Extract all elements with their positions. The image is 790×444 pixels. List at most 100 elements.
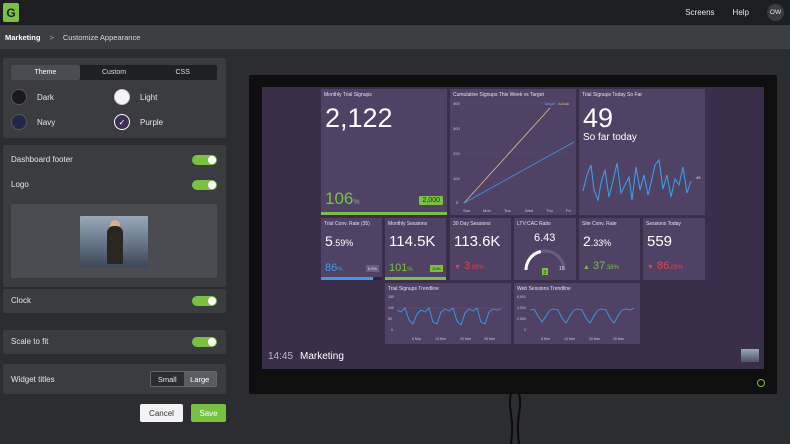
x-tick-mon: Mon [483,208,491,213]
y-tick-300: 300 [453,126,460,131]
widget-sessions-today: Sessions Today 559 ▼ 86.08% [643,218,705,280]
value-decimal: .59% [332,238,354,248]
target-series-line [463,141,575,204]
tab-css[interactable]: CSS [148,65,217,80]
legend-target: Target [544,101,556,106]
widget-title: Trial Conv. Rate (35) [324,221,370,227]
x-tick: 13 Mar [564,337,576,341]
widget-ltv-cac-ratio: LTV:CAC Ratio 6.43 0 15 3 [514,218,576,280]
breadcrumb-parent[interactable]: Marketing [5,33,40,42]
y-tick: 6,000 [517,295,526,299]
percentage-unit: % [337,267,343,273]
widget-title: Monthly Trial Signups [324,92,372,98]
dashboard-clock: 14:45 [268,351,294,362]
app-logo[interactable]: G [3,3,19,22]
x-tick-sun: Sun [463,208,470,213]
widget-title: Cumulative Signups This Week vs Target [453,92,544,98]
up-arrow-icon: ▲ [583,264,590,271]
gauge-target: 3 [544,270,547,276]
widget-trial-conv-rate: Trial Conv. Rate (35) 5.59% 86% 6.5% [321,218,382,280]
widget-title: LTV:CAC Ratio [517,221,551,227]
x-tick: 20 Mar [589,337,601,341]
widget-value: 113.6K [454,233,501,250]
value-main: 5 [325,233,333,249]
size-large-option[interactable]: Large [183,372,216,386]
widget-value: 2,122 [325,103,393,133]
cancel-button[interactable]: Cancel [140,404,183,422]
gauge-min: 0 [525,266,528,272]
screens-link[interactable]: Screens [685,8,714,17]
help-link[interactable]: Help [733,8,749,17]
change-decimal: .38% [605,265,619,271]
widget-titles-size-selector: Small Large [150,371,217,387]
y-tick-400: 400 [453,101,460,106]
target-badge: 113K [429,265,443,272]
x-tick: 6 Mar [412,337,422,341]
trendline-chart: 6,000 4,000 2,000 0 6 Mar 13 Mar 20 Mar … [517,295,635,341]
target-badge: 2,000 [419,196,443,205]
dashboard-logo-thumbnail [741,349,759,362]
gauge: 0 15 3 [524,249,566,276]
widget-monthly-trial-signups: Monthly Trial Signups 2,122 106% 2,000 [321,89,447,215]
logo-toggle[interactable] [192,180,217,190]
theme-option-light[interactable]: Light [114,89,157,105]
theme-option-dark[interactable]: Dark [11,89,54,105]
progress-bar [321,212,447,215]
theme-navy-label: Navy [37,117,56,127]
today-sparkline: 49 [582,158,701,202]
tv-power-led [757,379,765,387]
size-small-option[interactable]: Small [151,372,184,386]
widget-web-sessions-trendline: Web Sessions Trendline 6,000 4,000 2,000… [514,283,640,344]
top-bar: G Screens Help OW [0,0,790,25]
save-button[interactable]: Save [191,404,226,422]
navy-swatch [11,114,27,130]
light-swatch [114,89,130,105]
progress-bar-fill [385,277,446,280]
target-badge: 6.5% [365,265,379,272]
clock-label: Clock [11,296,32,305]
theme-option-purple[interactable]: ✓ Purple [114,114,163,130]
theme-tabs: Theme Custom CSS [11,65,217,80]
widget-title: Site Conv. Rate [582,221,617,227]
actual-series-line [463,107,551,204]
percentage-value: 101 [389,262,408,274]
x-tick: 26 Mar [484,337,496,341]
tv-stand [508,394,522,444]
dashboard-footer-toggle[interactable] [192,155,217,165]
x-tick-wed: Wed [525,208,533,213]
scale-to-fit-toggle[interactable] [192,337,217,347]
widget-title: Trial Signups Today So Far [582,92,643,98]
percentage-unit: % [407,267,413,273]
cumulative-chart: 400 300 200 100 0 Sun Mon Tue Wed Thu Fr… [453,101,575,213]
widget-monthly-sessions: Monthly Sessions 114.5K 101% 113K [385,218,446,280]
breadcrumb: Marketing > Customize Appearance [0,25,790,49]
logo-label: Logo [11,180,29,189]
x-tick: 26 Mar [613,337,625,341]
y-tick: 2,000 [517,317,526,321]
y-tick: 50 [388,317,392,321]
widget-change: ▼ 3.99% [454,260,484,272]
breadcrumb-current: Customize Appearance [62,32,141,42]
widget-value: 49 [583,103,614,133]
clock-toggle[interactable] [192,296,217,306]
widget-title: Monthly Sessions [388,221,428,227]
tab-custom[interactable]: Custom [80,65,149,80]
user-avatar[interactable]: OW [767,4,784,21]
widget-value: 2.33% [583,233,611,249]
y-tick-100: 100 [453,176,460,181]
gauge-max: 15 [559,266,565,272]
check-icon: ✓ [118,117,126,127]
widget-percentage: 86% [325,262,343,274]
widget-subtitle: So far today [583,132,637,143]
change-decimal: .99% [470,265,484,271]
y-tick-0: 0 [456,200,459,205]
widget-site-conv-rate: Site Conv. Rate 2.33% ▲ 37.38% [579,218,640,280]
widget-percentage: 101% [389,262,413,274]
x-tick: 20 Mar [460,337,472,341]
tab-theme[interactable]: Theme [11,65,80,80]
value-main: 2 [583,233,591,249]
dashboard-footer-label: Dashboard footer [11,155,73,164]
theme-option-navy[interactable]: Navy [11,114,55,130]
change-decimal: .08% [669,265,683,271]
legend-actual: Actual [558,101,569,106]
